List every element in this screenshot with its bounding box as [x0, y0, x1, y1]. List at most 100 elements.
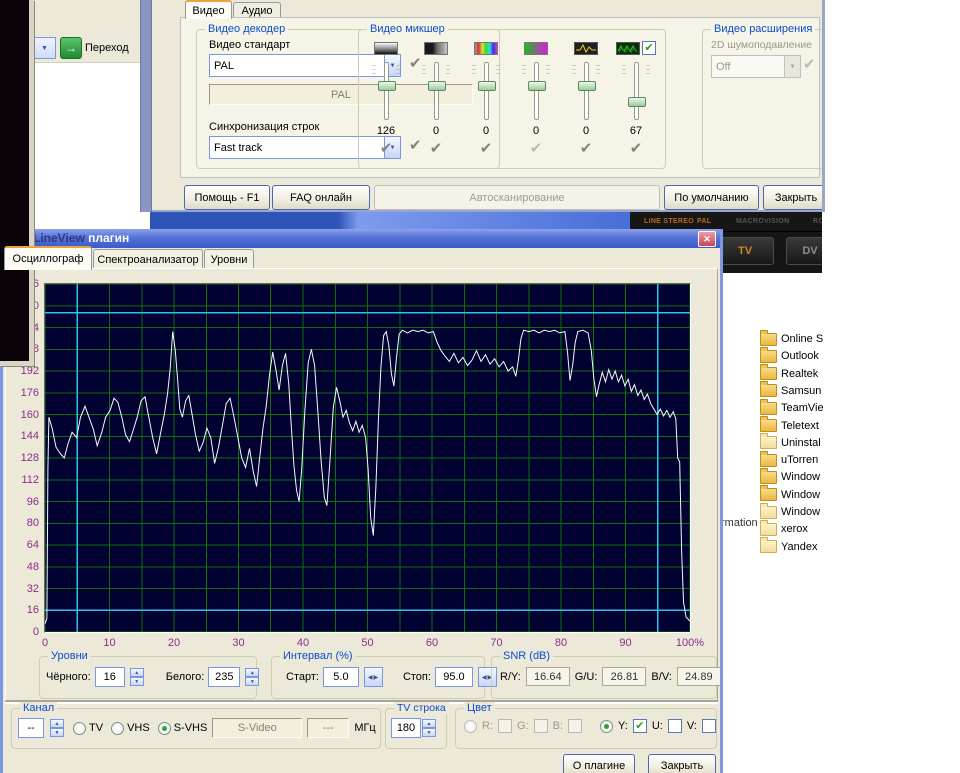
radio-tv[interactable] [73, 722, 86, 735]
interval-stop-input[interactable]: 95.0 [435, 667, 473, 687]
mixer-slider[interactable]: –––––– [416, 60, 456, 122]
channel-number-spinner[interactable]: ▲▼ [50, 719, 64, 737]
y-tick-label: 176 [5, 387, 39, 399]
snr-group-title: SNR (dB) [500, 650, 553, 662]
folder-icon [760, 436, 777, 449]
folder-list-item[interactable]: Realtek [760, 366, 818, 382]
folder-list-item[interactable]: Samsun [760, 383, 821, 399]
slider-thumb[interactable] [528, 81, 546, 91]
channel-group-title: Канал [20, 702, 57, 714]
black-overlay-window [0, 0, 34, 366]
white-level-spinner[interactable]: ▲▼ [245, 668, 259, 686]
folder-name: Online S [781, 333, 823, 345]
help-button[interactable]: Помощь - F1 [184, 185, 270, 210]
close-icon[interactable]: ✕ [698, 231, 716, 247]
black-level-label: Чёрного: [46, 671, 91, 683]
tv-line-input[interactable]: 180 [391, 718, 421, 738]
about-plugin-button[interactable]: О плагине [563, 754, 635, 773]
folder-icon [760, 488, 777, 501]
folder-icon [760, 384, 777, 397]
tab-levels[interactable]: Уровни [204, 249, 254, 269]
folder-icon [760, 333, 777, 346]
white-level-input[interactable]: 235 [208, 667, 240, 687]
line-sync-label: Синхронизация строк [209, 121, 319, 133]
remote-dvd-button[interactable]: DV [786, 237, 822, 265]
defaults-button[interactable]: По умолчанию [664, 185, 759, 210]
brightness-icon [374, 42, 398, 55]
remote-status-rc: RC [813, 218, 822, 225]
black-level-spinner[interactable]: ▲▼ [130, 668, 144, 686]
mixer-channel: ––––––0✔ [462, 40, 510, 164]
folder-list-item[interactable]: Online S [760, 331, 823, 347]
x-tick-label: 0 [27, 637, 63, 649]
mixer-slider[interactable]: –––––– [616, 60, 656, 122]
snr-value-box: 26.81 [602, 667, 646, 686]
settings-window: Видео Аудио Видео декодер Видео стандарт… [152, 0, 825, 212]
address-dropdown-button[interactable]: ▼ [33, 37, 56, 59]
mixer-slider[interactable]: –––––– [466, 60, 506, 122]
mixer-slider[interactable]: –––––– [366, 60, 406, 122]
remote-tv-button[interactable]: TV [716, 237, 774, 265]
mixer-enable-checkbox[interactable]: ✔ [642, 41, 656, 55]
apply-check-icon: ✔ [630, 139, 643, 157]
tab-spectroanalyzer[interactable]: Спектроанализатор [93, 249, 203, 269]
color-channel-checkbox[interactable]: ✔ [633, 719, 647, 733]
tab-oscillograph[interactable]: Осциллограф [4, 246, 92, 270]
folder-list-item[interactable]: Window [760, 469, 820, 485]
channel-number-input[interactable]: -- [18, 718, 44, 738]
folder-list-item[interactable]: Outlook [760, 348, 819, 364]
radio-vhs[interactable] [111, 722, 124, 735]
apply-check-icon: ✔ [480, 139, 493, 157]
combo-arrow-icon: ▼ [784, 56, 800, 77]
folder-name: Uninstal [781, 437, 821, 449]
x-tick-label: 80 [543, 637, 579, 649]
settings-close-button[interactable]: Закрыть [763, 185, 825, 210]
slider-thumb[interactable] [428, 81, 446, 91]
y-tick-label: 144 [5, 430, 39, 442]
mixer-channel: ––––––0✔ [562, 40, 610, 164]
folder-list-item[interactable]: TeamVie [760, 400, 824, 416]
tv-line-spinner[interactable]: ▲▼ [422, 719, 436, 737]
slider-track [584, 62, 589, 120]
x-tick-label: 40 [285, 637, 321, 649]
interval-start-input[interactable]: 5.0 [323, 667, 359, 687]
folder-list-item[interactable]: Window [760, 487, 820, 503]
tab-audio[interactable]: Аудио [233, 2, 281, 18]
y-tick-label: 64 [5, 539, 39, 551]
folder-list-item[interactable]: xerox [760, 521, 808, 537]
lineview-close-button[interactable]: Закрыть [648, 754, 716, 773]
video-extensions-group: Видео расширения 2D шумоподавление Off ▼… [702, 29, 825, 169]
chevron-down-icon: ▼ [41, 45, 48, 52]
folder-list-item[interactable]: Window [760, 504, 820, 520]
color-channel-checkbox[interactable] [702, 719, 716, 733]
video-decoder-title: Видео декодер [205, 23, 288, 35]
go-button[interactable]: → [60, 37, 82, 59]
folder-list-item[interactable]: Teletext [760, 418, 819, 434]
snr-value-box: 24.89 [677, 667, 721, 686]
noise-reduction-value: Off [712, 61, 784, 73]
mixer-slider[interactable]: –––––– [516, 60, 556, 122]
settings-window-left-border [140, 0, 152, 212]
mixer-value: 0 [533, 125, 539, 137]
tab-video[interactable]: Видео [185, 0, 232, 19]
mixer-slider[interactable]: –––––– [566, 60, 606, 122]
yuv-mode-radio[interactable] [600, 720, 613, 733]
folder-list-item[interactable]: Uninstal [760, 435, 821, 451]
radio-s-vhs[interactable] [158, 722, 171, 735]
folder-list-item[interactable]: uTorren [760, 452, 818, 468]
page-bottom-edge [5, 701, 718, 704]
slider-thumb[interactable] [478, 81, 496, 91]
x-axis-tick-labels: 0102030405060708090100% [45, 637, 690, 651]
folder-list-item[interactable]: Yandex [760, 539, 818, 555]
slider-thumb[interactable] [628, 97, 646, 107]
snr-label: G/U: [575, 671, 598, 683]
folder-icon [760, 540, 777, 553]
color-channel-checkbox [498, 719, 512, 733]
slider-track [534, 62, 539, 120]
interval-start-spinner[interactable]: ◀▶ [364, 667, 383, 687]
faq-online-button[interactable]: FAQ онлайн [272, 185, 370, 210]
color-channel-checkbox[interactable] [668, 719, 682, 733]
black-level-input[interactable]: 16 [95, 667, 125, 687]
slider-thumb[interactable] [378, 81, 396, 91]
slider-thumb[interactable] [578, 81, 596, 91]
